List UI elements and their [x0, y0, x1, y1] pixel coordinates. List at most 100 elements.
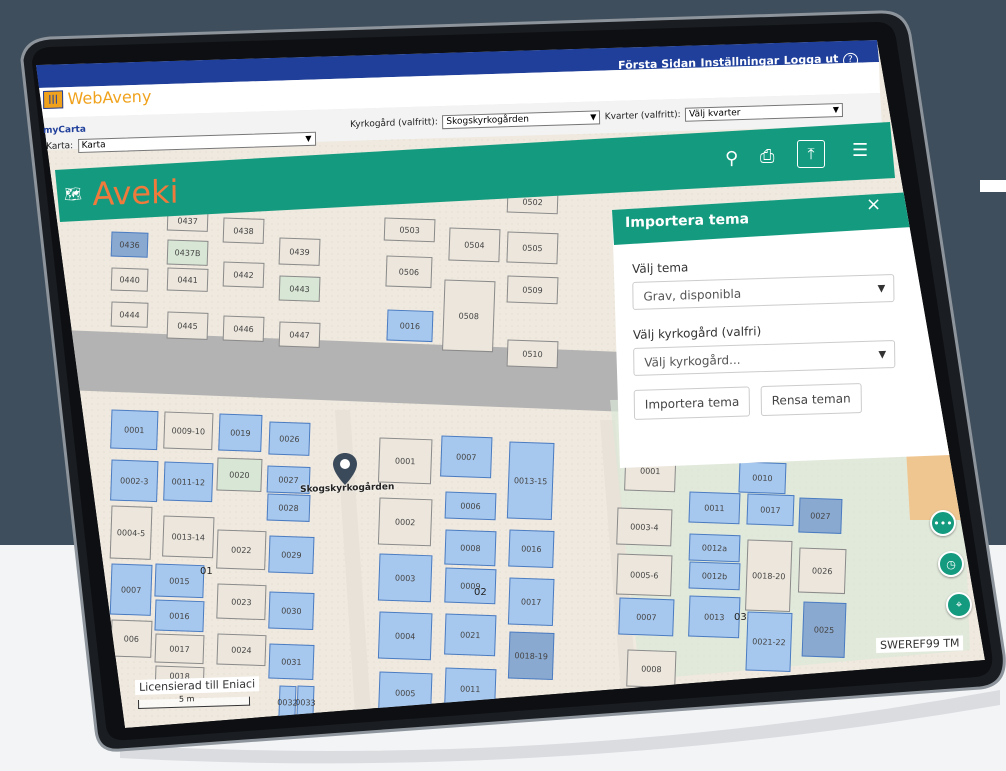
- grave-plot[interactable]: 0017: [507, 577, 555, 627]
- grave-plot[interactable]: 0016: [508, 529, 555, 569]
- grave-plot[interactable]: 0026: [797, 547, 847, 595]
- grave-plot[interactable]: 0024: [216, 633, 267, 667]
- grave-plot[interactable]: 0510: [506, 339, 559, 369]
- panel-kyrkogard-select[interactable]: Välj kyrkogård... ▼: [633, 340, 896, 377]
- grave-plot[interactable]: 0001: [377, 437, 433, 485]
- location-icon[interactable]: ⌖: [946, 592, 972, 618]
- clock-icon[interactable]: ◷: [938, 551, 964, 577]
- grave-plot-label: 0011: [460, 685, 481, 695]
- grave-plot[interactable]: 0504: [448, 227, 501, 263]
- nav-forsta-sidan[interactable]: Första Sidan: [618, 57, 696, 72]
- grave-plot[interactable]: 0012b: [688, 561, 741, 591]
- grave-plot[interactable]: 0013-15: [506, 441, 555, 521]
- grave-plot-label: 0447: [289, 330, 310, 340]
- grave-plot[interactable]: 0011: [688, 491, 741, 525]
- grave-plot[interactable]: 0437B: [166, 239, 209, 266]
- grave-plot[interactable]: 0440: [110, 267, 149, 292]
- grave-plot-label: 0004-5: [117, 528, 146, 538]
- grave-plot[interactable]: 0509: [506, 275, 559, 305]
- grave-plot[interactable]: 0446: [222, 315, 265, 342]
- grave-plot[interactable]: 0021: [444, 613, 497, 657]
- grave-plot[interactable]: 0013: [688, 595, 741, 639]
- grave-plot[interactable]: 0007: [109, 563, 153, 616]
- grave-plot-label: 0005: [395, 689, 416, 699]
- grave-plot[interactable]: 0447: [278, 321, 321, 348]
- grave-plot[interactable]: 0009-10: [163, 411, 214, 451]
- grave-plot[interactable]: 0006: [444, 491, 497, 521]
- grave-plot[interactable]: 0008: [626, 649, 677, 689]
- close-icon[interactable]: ×: [866, 194, 881, 215]
- print-icon[interactable]: ⎙: [760, 146, 774, 167]
- import-icon[interactable]: ⤒: [797, 140, 825, 168]
- more-icon[interactable]: •••: [930, 510, 956, 536]
- grave-plot[interactable]: 0005-6: [616, 553, 673, 597]
- grave-plot-label: 0509: [522, 286, 543, 296]
- grave-plot[interactable]: 0439: [278, 237, 321, 266]
- help-circle-icon[interactable]: ?: [842, 52, 858, 69]
- menu-icon[interactable]: ☰: [852, 140, 868, 161]
- grave-plot[interactable]: 0010: [738, 461, 787, 495]
- grave-plot[interactable]: 0016: [154, 599, 205, 633]
- import-theme-button[interactable]: Importera tema: [633, 386, 751, 421]
- grave-plot-label: 0018-20: [752, 571, 786, 581]
- grave-plot[interactable]: 0002-3: [110, 459, 159, 503]
- tema-select[interactable]: Grav, disponibla ▼: [632, 274, 895, 311]
- grave-plot[interactable]: 0008: [444, 529, 497, 567]
- grave-plot[interactable]: 0012a: [688, 533, 741, 563]
- grave-plot[interactable]: 0026: [268, 421, 311, 456]
- grave-plot[interactable]: 0445: [166, 311, 209, 340]
- grave-plot[interactable]: 0015: [154, 563, 205, 599]
- grave-plot[interactable]: 0441: [166, 267, 209, 292]
- kvarter-select-value: Välj kvarter: [689, 108, 741, 120]
- grave-plot[interactable]: 0016: [386, 309, 434, 343]
- grave-plot[interactable]: 0029: [268, 535, 315, 575]
- grave-plot[interactable]: 0007: [440, 435, 493, 479]
- grave-plot[interactable]: 0503: [383, 217, 436, 243]
- grave-plot[interactable]: 0003: [377, 553, 433, 603]
- grave-plot-label: 0018-19: [514, 651, 548, 661]
- grave-plot[interactable]: 0436: [110, 231, 149, 258]
- grave-plot[interactable]: 0017: [154, 633, 205, 665]
- grave-plot[interactable]: 0505: [506, 231, 559, 265]
- grave-plot[interactable]: 0009: [444, 567, 497, 605]
- chevron-down-icon: ▼: [877, 283, 886, 295]
- nav-installningar[interactable]: Inställningar: [700, 54, 779, 69]
- grave-plot[interactable]: 0030: [268, 591, 315, 631]
- grave-plot-label: 0016: [521, 544, 542, 554]
- grave-plot[interactable]: 0013-14: [162, 515, 215, 559]
- grave-plot[interactable]: 0028: [266, 493, 311, 522]
- nav-logga-ut[interactable]: Logga ut: [784, 52, 839, 67]
- search-icon[interactable]: ⚲: [725, 148, 738, 169]
- grave-plot[interactable]: 0506: [385, 255, 433, 289]
- grave-plot[interactable]: 0011-12: [163, 461, 214, 503]
- grave-plot[interactable]: 0444: [110, 301, 149, 328]
- grave-plot[interactable]: 0025: [801, 601, 847, 658]
- grave-plot-label: 0443: [289, 284, 310, 294]
- grave-plot[interactable]: 0002: [377, 497, 433, 547]
- grave-plot[interactable]: 0004-5: [109, 505, 153, 560]
- grave-plot[interactable]: 0007: [618, 597, 675, 637]
- grave-plot[interactable]: 0508: [442, 279, 496, 353]
- grave-plot[interactable]: 0443: [278, 275, 321, 302]
- map-icon[interactable]: 🗺: [64, 186, 82, 203]
- grave-plot[interactable]: 0018-20: [745, 539, 793, 613]
- grave-plot[interactable]: 006: [110, 619, 153, 658]
- grave-plot[interactable]: 0020: [216, 457, 263, 493]
- grave-plot-label: 0438: [233, 226, 254, 236]
- grave-plot-label: 0003-4: [630, 522, 659, 532]
- grave-plot[interactable]: 0442: [222, 261, 265, 288]
- clear-themes-button[interactable]: Rensa teman: [760, 383, 862, 417]
- grave-plot[interactable]: 0017: [746, 493, 795, 527]
- grave-plot[interactable]: 0004: [377, 611, 433, 661]
- grave-plot[interactable]: 0438: [222, 217, 265, 244]
- grave-plot[interactable]: 0023: [216, 583, 267, 621]
- grave-plot[interactable]: 0003-4: [616, 507, 673, 547]
- grave-plot-label: 0021: [460, 631, 481, 641]
- grave-plot[interactable]: 0031: [268, 643, 315, 681]
- grave-plot[interactable]: 0027: [798, 497, 843, 534]
- grave-plot[interactable]: 0022: [216, 529, 267, 571]
- grave-plot[interactable]: 0018-19: [507, 631, 555, 681]
- grave-plot[interactable]: 0021-22: [745, 611, 793, 673]
- grave-plot[interactable]: 0001: [110, 409, 159, 451]
- grave-plot[interactable]: 0019: [218, 413, 263, 452]
